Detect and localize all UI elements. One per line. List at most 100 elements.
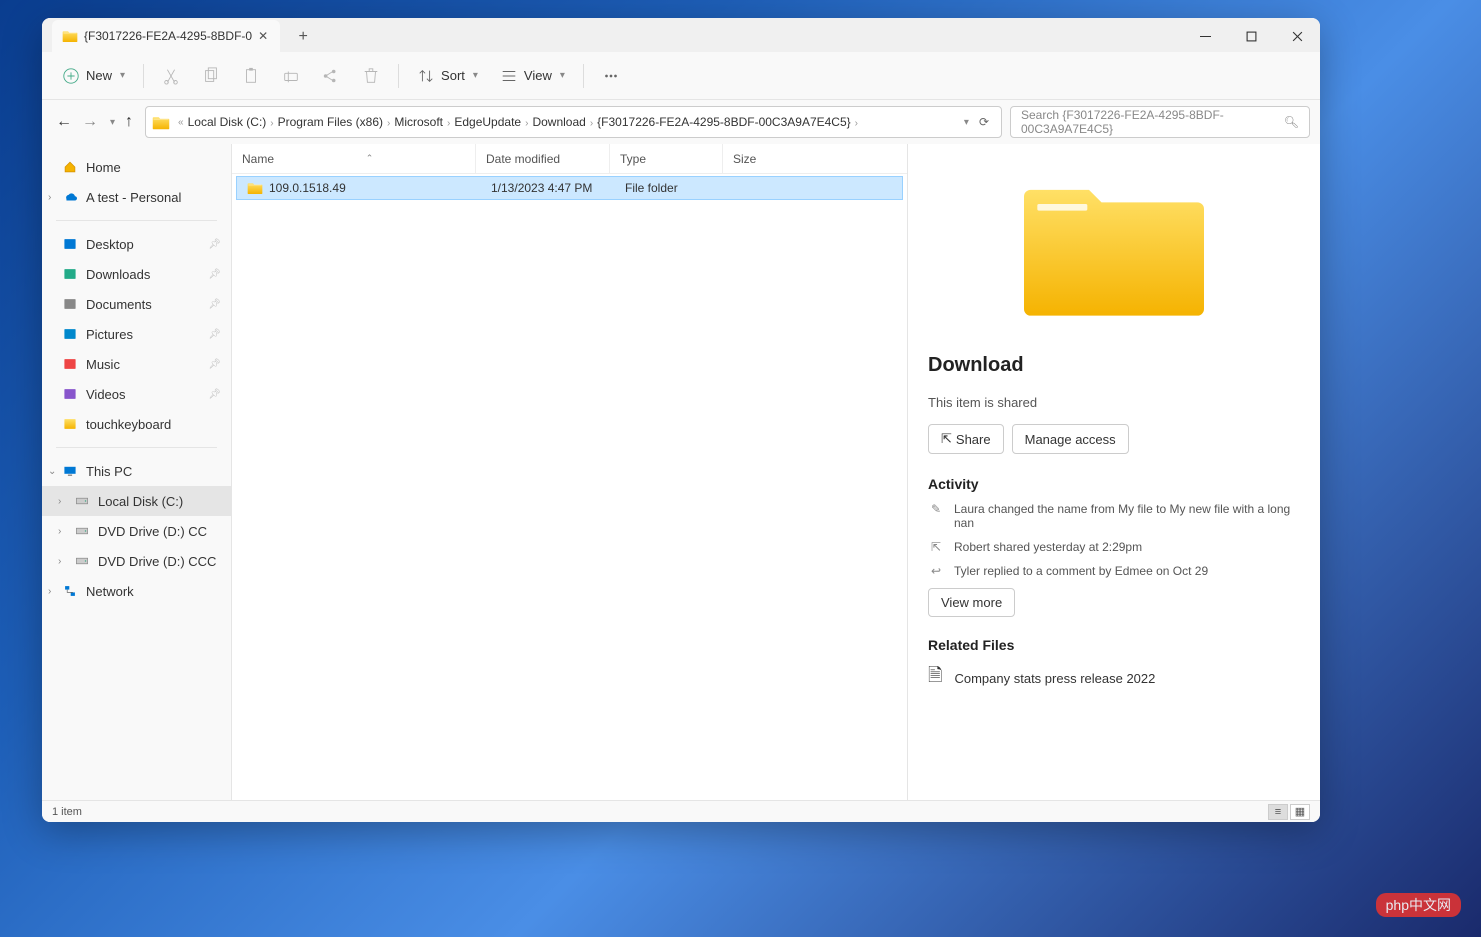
sidebar-label: Videos <box>86 387 126 402</box>
sidebar-onedrive[interactable]: ›A test - Personal <box>42 182 231 212</box>
crumb-chevron: › <box>383 118 394 129</box>
delete-button[interactable] <box>354 61 388 91</box>
pin-icon: 📌︎ <box>208 329 221 340</box>
sidebar-label: Local Disk (C:) <box>98 494 183 509</box>
minimize-button[interactable] <box>1182 20 1228 52</box>
crumb-segment[interactable]: EdgeUpdate <box>454 115 521 129</box>
reply-icon: ↩ <box>928 564 944 578</box>
downloads-icon <box>62 267 78 281</box>
search-input[interactable]: Search {F3017226-FE2A-4295-8BDF-00C3A9A7… <box>1010 106 1310 138</box>
chevron-down-icon[interactable]: ▾ <box>964 117 969 128</box>
expand-icon[interactable]: › <box>58 556 61 567</box>
drive-icon <box>74 554 90 568</box>
expand-icon[interactable]: ⌄ <box>48 466 56 477</box>
col-name[interactable]: Name⌃ <box>232 144 476 173</box>
address-row: ← → ▾ ↑ « Local Disk (C:)›Program Files … <box>42 100 1320 144</box>
sidebar-quick-music[interactable]: Music📌︎ <box>42 349 231 379</box>
expand-icon[interactable]: › <box>48 586 51 597</box>
up-button[interactable]: ↑ <box>125 113 133 131</box>
crumb-segment[interactable]: Download <box>532 115 585 129</box>
sidebar-label: Home <box>86 160 121 175</box>
paste-button[interactable] <box>234 61 268 91</box>
toolbar: New ▾ Sort ▾ View ▾ <box>42 52 1320 100</box>
maximize-button[interactable] <box>1228 20 1274 52</box>
sidebar-quick-desktop[interactable]: Desktop📌︎ <box>42 229 231 259</box>
col-label: Date modified <box>486 152 560 166</box>
btn-label: View more <box>941 595 1002 610</box>
sidebar-quick-touchkeyboard[interactable]: touchkeyboard <box>42 409 231 439</box>
close-button[interactable] <box>1274 20 1320 52</box>
details-shared: This item is shared <box>928 395 1300 410</box>
sidebar-home[interactable]: Home <box>42 152 231 182</box>
new-label: New <box>86 68 112 83</box>
file-row[interactable]: 109.0.1518.49 1/13/2023 4:47 PM File fol… <box>236 176 903 200</box>
pin-icon: 📌︎ <box>208 269 221 280</box>
sidebar-label: Network <box>86 584 134 599</box>
cut-button[interactable] <box>154 61 188 91</box>
view-button[interactable]: View ▾ <box>492 61 573 91</box>
drive-icon <box>74 524 90 538</box>
activity-text: Robert shared yesterday at 2:29pm <box>954 540 1142 554</box>
crumb-segment[interactable]: Microsoft <box>394 115 443 129</box>
copy-icon <box>202 67 220 85</box>
col-date[interactable]: Date modified <box>476 144 610 173</box>
sidebar-drive[interactable]: › DVD Drive (D:) CC <box>42 516 231 546</box>
col-size[interactable]: Size <box>723 144 793 173</box>
recent-dropdown[interactable]: ▾ <box>110 117 115 128</box>
sidebar-thispc[interactable]: ⌄This PC <box>42 456 231 486</box>
share-button[interactable] <box>314 61 348 91</box>
separator <box>56 220 217 221</box>
back-button[interactable]: ← <box>56 113 72 131</box>
forward-button[interactable]: → <box>82 113 98 131</box>
expand-icon[interactable]: › <box>58 526 61 537</box>
share-icon: ⇱ <box>928 540 944 554</box>
related-heading: Related Files <box>928 637 1300 653</box>
expand-icon[interactable]: › <box>58 496 61 507</box>
add-tab-button[interactable]: + <box>288 22 318 52</box>
refresh-button[interactable]: ⟳ <box>979 115 989 129</box>
home-icon <box>62 160 78 174</box>
sort-button[interactable]: Sort ▾ <box>409 61 486 91</box>
share-icon <box>322 67 340 85</box>
music-icon <box>62 357 78 371</box>
sidebar-network[interactable]: › Network <box>42 576 231 606</box>
sort-icon <box>417 67 435 85</box>
body: Home ›A test - Personal Desktop📌︎Downloa… <box>42 144 1320 800</box>
btn-label: Share <box>956 432 991 447</box>
view-more-button[interactable]: View more <box>928 588 1015 617</box>
sidebar-quick-videos[interactable]: Videos📌︎ <box>42 379 231 409</box>
cloud-icon <box>62 190 78 204</box>
rename-button[interactable] <box>274 61 308 91</box>
crumb-segment[interactable]: {F3017226-FE2A-4295-8BDF-00C3A9A7E4C5} <box>597 115 851 129</box>
related-file[interactable]: 🗎Company stats press release 2022 <box>928 663 1300 693</box>
sidebar-quick-pictures[interactable]: Pictures📌︎ <box>42 319 231 349</box>
separator <box>56 447 217 448</box>
manage-access-button[interactable]: Manage access <box>1012 424 1129 454</box>
close-tab-icon[interactable]: ✕ <box>258 29 268 43</box>
sidebar-label: DVD Drive (D:) CC <box>98 524 207 539</box>
crumb-chevron: › <box>851 118 862 129</box>
crumb-segment[interactable]: Local Disk (C:) <box>188 115 267 129</box>
details-view-button[interactable]: ≡ <box>1268 804 1288 820</box>
expand-icon[interactable]: › <box>48 192 51 203</box>
window-controls <box>1182 20 1320 52</box>
col-type[interactable]: Type <box>610 144 723 173</box>
videos-icon <box>62 387 78 401</box>
sidebar-quick-downloads[interactable]: Downloads📌︎ <box>42 259 231 289</box>
pin-icon: 📌︎ <box>208 359 221 370</box>
drive-icon <box>74 494 90 508</box>
crumb-segment[interactable]: Program Files (x86) <box>278 115 383 129</box>
icons-view-button[interactable]: ▦ <box>1290 804 1310 820</box>
item-count: 1 item <box>52 806 82 818</box>
tab-current[interactable]: {F3017226-FE2A-4295-8BDF-0 ✕ <box>52 20 280 52</box>
sidebar-drive[interactable]: › Local Disk (C:) <box>42 486 231 516</box>
breadcrumb[interactable]: « Local Disk (C:)›Program Files (x86)›Mi… <box>145 106 1002 138</box>
copy-button[interactable] <box>194 61 228 91</box>
more-button[interactable] <box>594 61 628 91</box>
share-button[interactable]: ⇱Share <box>928 424 1004 454</box>
sidebar-quick-documents[interactable]: Documents📌︎ <box>42 289 231 319</box>
activity-heading: Activity <box>928 476 1300 492</box>
folder-icon <box>62 29 78 43</box>
new-button[interactable]: New ▾ <box>54 61 133 91</box>
sidebar-drive[interactable]: ›DVD Drive (D:) CCC <box>42 546 231 576</box>
